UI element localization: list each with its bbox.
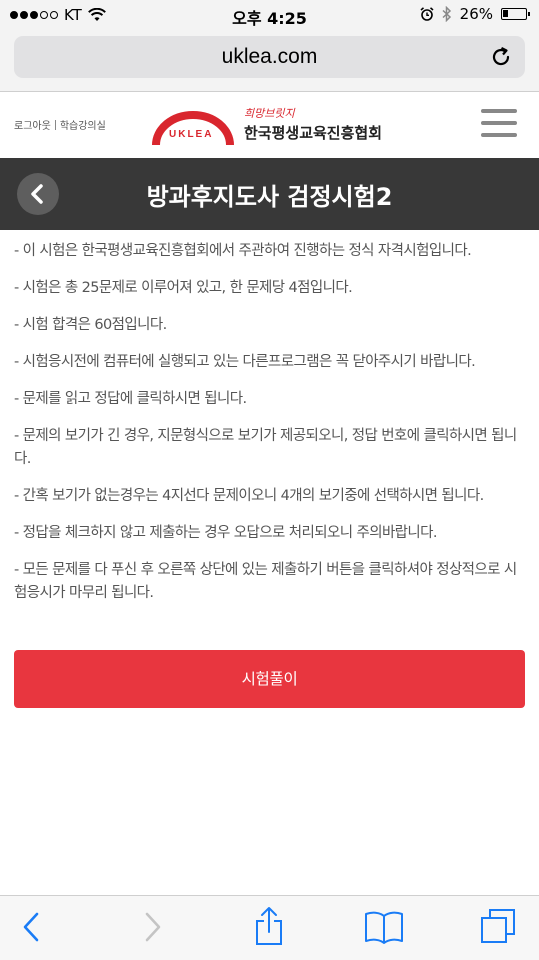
start-exam-button[interactable]: 시험풀이	[14, 650, 525, 708]
battery-level	[503, 10, 508, 17]
site-header: 로그아웃 학습강의실 UKLEA 희망브릿지 한국평생교육진흥협회	[0, 93, 539, 158]
tabs-icon[interactable]	[480, 908, 516, 944]
site-logo[interactable]: UKLEA 희망브릿지 한국평생교육진흥협회	[152, 103, 392, 151]
share-icon[interactable]	[254, 906, 284, 946]
browser-toolbar	[0, 895, 539, 960]
notice-item: - 문제의 보기가 긴 경우, 지문형식으로 보기가 제공되오니, 정답 번호에…	[14, 428, 517, 467]
link-divider	[54, 119, 56, 130]
battery-icon	[501, 8, 530, 20]
classroom-link[interactable]: 학습강의실	[60, 117, 106, 132]
browser-forward-icon[interactable]	[140, 911, 164, 943]
notice-item: - 시험 합격은 60점입니다.	[14, 317, 167, 333]
status-right: 26%	[420, 5, 530, 23]
title-bar: 방과후지도사 검정시험2	[0, 158, 539, 230]
bluetooth-icon	[442, 6, 451, 22]
logo-name: 한국평생교육진흥협회	[244, 124, 383, 142]
notice-item: - 시험응시전에 컴퓨터에 실행되고 있는 다른프로그램은 꼭 닫아주시기 바랍…	[14, 354, 476, 370]
notice-item: - 정답을 체크하지 않고 제출하는 경우 오답으로 처리되오니 주의바랍니다.	[14, 525, 438, 541]
address-bar[interactable]: uklea.com	[14, 36, 525, 78]
exam-notice-list: - 이 시험은 한국평생교육진흥협회에서 주관하여 진행하는 정식 자격시험입니…	[14, 240, 526, 619]
notice-item: - 모든 문제를 다 푸신 후 오른쪽 상단에 있는 제출하기 버튼을 클릭하셔…	[14, 562, 517, 601]
logout-link[interactable]: 로그아웃	[14, 117, 51, 132]
hamburger-icon[interactable]	[481, 109, 517, 139]
battery-percent: 26%	[459, 5, 493, 23]
notice-item: - 간혹 보기가 없는경우는 4지선다 문제이오니 4개의 보기중에 선택하시면…	[14, 488, 484, 504]
url-text: uklea.com	[221, 45, 318, 68]
browser-back-icon[interactable]	[20, 911, 44, 943]
reload-icon[interactable]	[489, 45, 513, 69]
logo-mark: UKLEA	[169, 129, 214, 140]
alarm-icon	[420, 7, 434, 21]
header-links: 로그아웃 학습강의실	[14, 117, 106, 132]
page-title: 방과후지도사 검정시험2	[146, 183, 393, 211]
logo-slogan: 희망브릿지	[244, 107, 295, 120]
book-icon[interactable]	[364, 910, 404, 944]
notice-item: - 이 시험은 한국평생교육진흥협회에서 주관하여 진행하는 정식 자격시험입니…	[14, 243, 472, 259]
browser-address-area: uklea.com	[0, 30, 539, 92]
status-bar: KT 오후 4:25 26%	[0, 0, 539, 30]
notice-item: - 문제를 읽고 정답에 클릭하시면 됩니다.	[14, 391, 247, 407]
notice-item: - 시험은 총 25문제로 이루어져 있고, 한 문제당 4점입니다.	[14, 280, 353, 296]
